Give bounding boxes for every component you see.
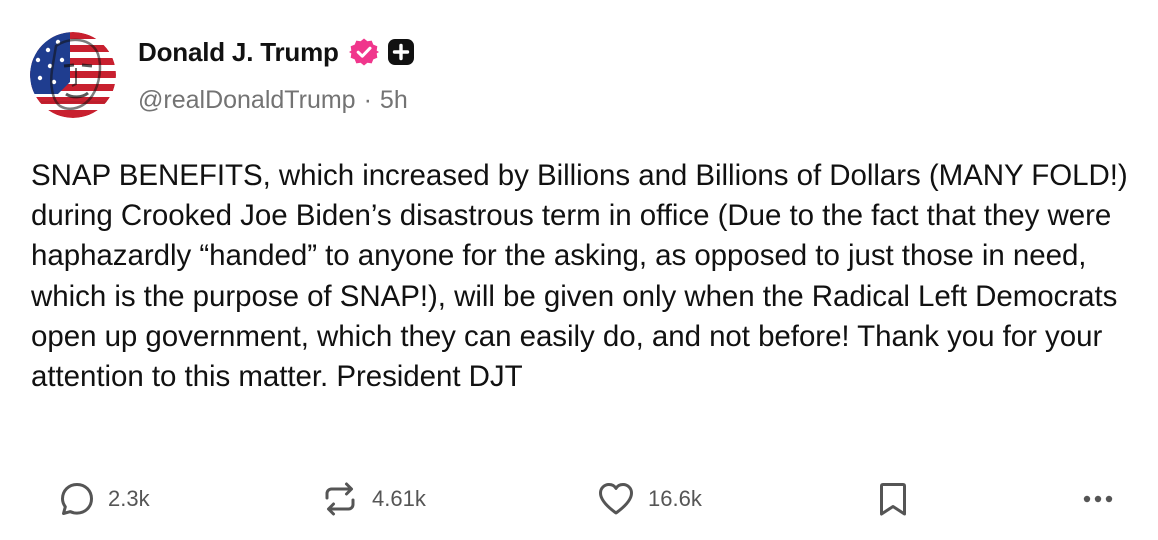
reply-button[interactable]: 2.3k xyxy=(58,474,150,524)
verified-badge-icon xyxy=(348,38,379,66)
repost-button[interactable]: 4.61k xyxy=(320,474,426,524)
author-meta-row: @realDonaldTrump · 5h xyxy=(138,84,408,116)
plus-badge-icon xyxy=(387,39,414,65)
author-name-row: Donald J. Trump xyxy=(138,34,415,70)
bookmark-button[interactable] xyxy=(876,474,910,524)
meta-separator: · xyxy=(363,85,372,114)
like-button[interactable]: 16.6k xyxy=(596,474,702,524)
more-options-button[interactable] xyxy=(1078,474,1118,524)
post-action-bar: 2.3k 4.61k 16.6k xyxy=(0,474,1158,524)
more-dots-icon xyxy=(1083,495,1113,503)
author-avatar[interactable] xyxy=(30,32,116,118)
reply-count: 2.3k xyxy=(108,486,150,511)
like-count: 16.6k xyxy=(648,486,702,511)
bookmark-icon xyxy=(880,483,906,516)
post-timestamp[interactable]: 5h xyxy=(380,86,408,115)
post-body-text: SNAP BENEFITS, which increased by Billio… xyxy=(31,159,1128,394)
author-display-name[interactable]: Donald J. Trump xyxy=(138,37,339,68)
repost-icon xyxy=(325,482,355,516)
american-flag-portrait-avatar xyxy=(30,32,116,118)
heart-icon xyxy=(599,483,633,515)
post-card: Donald J. Trump @realDonaldTrump · 5h SN… xyxy=(0,0,1158,540)
author-handle[interactable]: @realDonaldTrump xyxy=(138,86,356,115)
repost-count: 4.61k xyxy=(372,486,426,511)
comment-icon xyxy=(61,483,93,515)
